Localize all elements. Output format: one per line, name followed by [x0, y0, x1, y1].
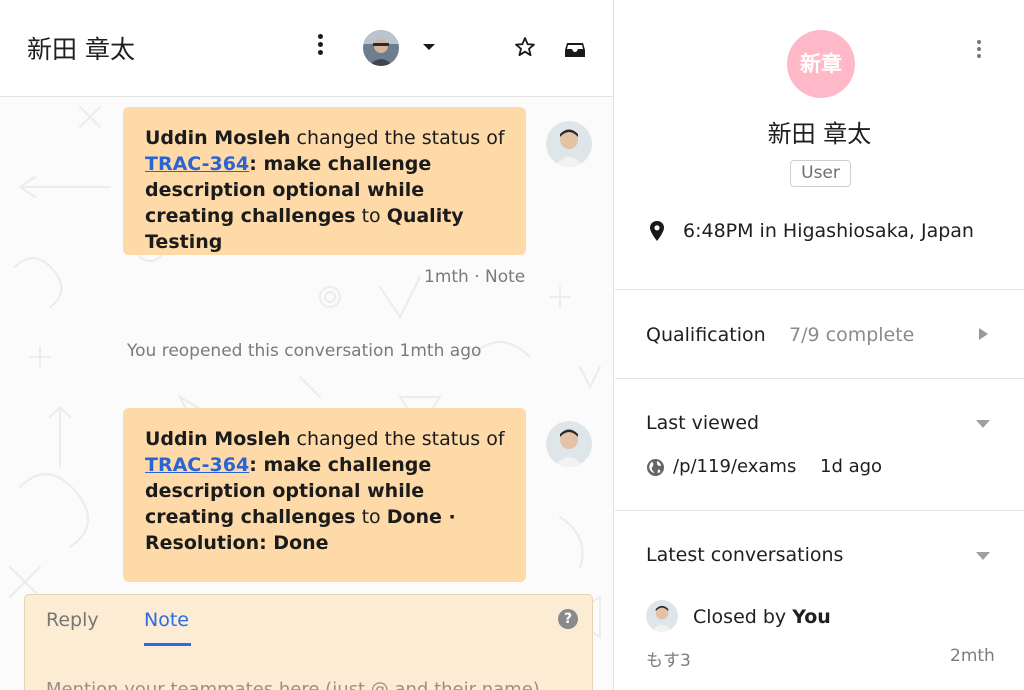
user-name: 新田 章太	[767, 120, 872, 148]
note-input[interactable]	[46, 675, 566, 690]
tab-note[interactable]: Note	[144, 609, 189, 631]
conversation-status-actor: You	[792, 606, 831, 628]
conversation-time: 2mth	[950, 646, 995, 666]
active-tab-indicator	[144, 643, 191, 646]
user-summary: 新章 新田 章太 User 6:48PM in Higashiosaka, Ja…	[615, 0, 1024, 290]
status-change-note: Uddin Mosleh changed the status of TRAC-…	[123, 408, 526, 582]
note-connector: to	[355, 506, 387, 528]
local-time: 6:48PM in Higashiosaka, Japan	[683, 220, 974, 242]
assignee-chevron-down-icon[interactable]	[423, 44, 435, 50]
conversation-menu-icon[interactable]	[310, 34, 330, 62]
star-icon[interactable]	[513, 34, 537, 60]
last-viewed-time: 1d ago	[820, 456, 883, 477]
conversation-status-prefix: Closed by	[693, 606, 793, 628]
note-verb: changed the status of	[290, 428, 505, 450]
note-actor: Uddin Mosleh	[145, 428, 291, 450]
globe-icon	[646, 458, 665, 477]
last-viewed-chevron-down-icon[interactable]	[976, 420, 990, 428]
composer: Reply Note ?	[24, 594, 593, 690]
conversation-header: 新田 章太	[0, 0, 613, 97]
system-message: You reopened this conversation 1mth ago	[127, 341, 482, 361]
profile-menu-icon[interactable]	[974, 40, 984, 60]
author-avatar[interactable]	[546, 421, 592, 467]
last-viewed-title: Last viewed	[646, 412, 760, 434]
status-change-note: Uddin Mosleh changed the status of TRAC-…	[123, 107, 526, 255]
issue-link[interactable]: TRAC-364	[145, 153, 249, 175]
tab-reply[interactable]: Reply	[46, 609, 99, 631]
inbox-icon[interactable]	[563, 37, 587, 61]
qualification-title: Qualification	[646, 324, 766, 346]
last-viewed-section: Last viewed /p/119/exams 1d ago	[615, 380, 1024, 511]
conversation-status: Closed by You	[693, 606, 831, 628]
user-initials-avatar: 新章	[787, 30, 855, 98]
conversation-pane: 新田 章太 Uddin Mosleh changed the status of…	[0, 0, 614, 690]
conversation-avatar	[646, 600, 678, 632]
latest-conversations-section: Latest conversations Closed by You もす3 2…	[615, 512, 1024, 690]
latest-conversations-chevron-down-icon[interactable]	[976, 552, 990, 560]
conversation-title: 新田 章太	[27, 35, 135, 64]
issue-link[interactable]: TRAC-364	[145, 454, 249, 476]
user-profile-pane: 新章 新田 章太 User 6:48PM in Higashiosaka, Ja…	[615, 0, 1024, 690]
conversation-list-item[interactable]: Closed by You もす3 2mth	[615, 596, 1024, 676]
note-connector: to	[355, 205, 387, 227]
assignee-avatar[interactable]	[363, 30, 399, 66]
qualification-progress: 7/9 complete	[789, 324, 915, 346]
location-pin-icon	[649, 220, 665, 242]
author-avatar[interactable]	[546, 121, 592, 167]
conversation-snippet: もす3	[646, 651, 691, 671]
note-meta: 1mth · Note	[424, 267, 526, 287]
latest-conversations-title: Latest conversations	[646, 544, 844, 566]
help-icon[interactable]: ?	[558, 609, 578, 629]
note-actor: Uddin Mosleh	[145, 127, 291, 149]
last-viewed-path[interactable]: /p/119/exams	[673, 456, 796, 477]
role-badge: User	[790, 160, 851, 187]
chevron-right-icon	[979, 328, 988, 340]
qualification-section[interactable]: Qualification 7/9 complete	[615, 291, 1024, 379]
note-verb: changed the status of	[290, 127, 505, 149]
